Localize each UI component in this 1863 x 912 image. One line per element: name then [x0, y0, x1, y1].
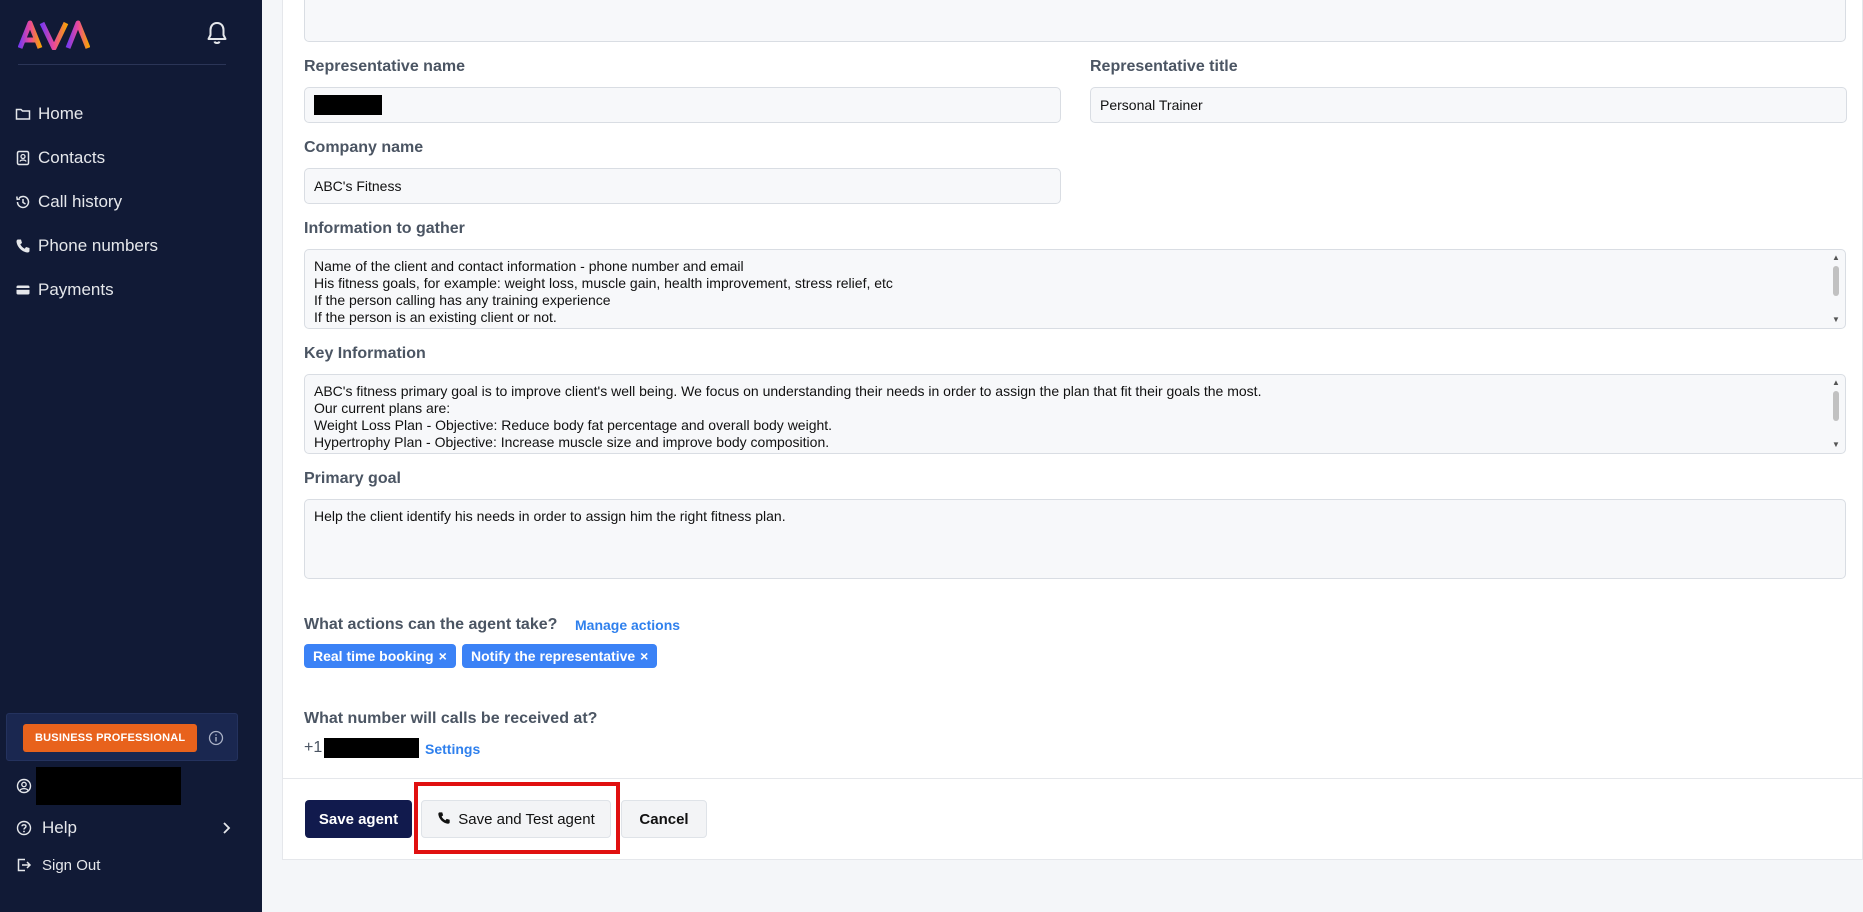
chip-label: Real time booking — [313, 648, 434, 664]
sidebar-item-home[interactable]: Home — [0, 92, 262, 136]
user-avatar-icon — [14, 776, 34, 796]
sidebar-item-label: Call history — [38, 192, 123, 211]
textarea-line: ABC's fitness primary goal is to improve… — [314, 383, 1262, 399]
user-account[interactable] — [14, 767, 181, 805]
help-menu[interactable]: Help — [14, 814, 234, 842]
key-information-label: Key Information — [304, 345, 426, 362]
phone-prefix: +1 — [304, 739, 323, 756]
sign-out-icon — [14, 855, 34, 875]
redacted-username — [36, 767, 181, 805]
agent-form-card: Representative name Representative title… — [282, 0, 1863, 860]
info-to-gather-textarea[interactable]: Name of the client and contact informati… — [304, 249, 1846, 329]
help-label: Help — [42, 818, 77, 837]
scroll-down-arrow-icon[interactable]: ▼ — [1832, 316, 1840, 324]
sidebar-item-payments[interactable]: Payments — [0, 268, 262, 312]
plan-badge[interactable]: BUSINESS PROFESSIONAL — [23, 724, 198, 752]
previous-field[interactable] — [304, 0, 1846, 42]
chip-remove-icon[interactable]: × — [640, 648, 648, 664]
company-name-input[interactable]: ABC's Fitness — [304, 168, 1061, 204]
bell-icon[interactable] — [205, 20, 229, 46]
form-footer-divider — [283, 778, 1862, 779]
rep-name-label: Representative name — [304, 58, 465, 75]
save-and-test-label: Save and Test agent — [458, 810, 595, 828]
redacted-name — [314, 95, 382, 115]
info-to-gather-label: Information to gather — [304, 220, 465, 237]
textarea-line: If the person is an existing client or n… — [314, 309, 557, 325]
scroll-up-arrow-icon[interactable]: ▲ — [1832, 379, 1840, 387]
rep-title-input[interactable]: Personal Trainer — [1090, 87, 1847, 123]
phone-number-row: +1 — [304, 737, 420, 759]
save-and-test-agent-button[interactable]: Save and Test agent — [421, 800, 611, 838]
folder-icon — [14, 105, 32, 123]
plan-panel: BUSINESS PROFESSIONAL — [6, 713, 238, 761]
textarea-line: Help the client identify his needs in or… — [314, 508, 786, 524]
sign-out-button[interactable]: Sign Out — [14, 852, 100, 878]
sidebar-item-label: Phone numbers — [38, 236, 159, 255]
primary-goal-label: Primary goal — [304, 470, 401, 487]
sidebar-item-label: Contacts — [38, 148, 106, 167]
actions-label: What actions can the agent take? — [304, 616, 558, 633]
scroll-thumb[interactable] — [1833, 391, 1839, 421]
primary-goal-textarea[interactable]: Help the client identify his needs in or… — [304, 499, 1846, 579]
textarea-line: His fitness goals, for example: weight l… — [314, 275, 893, 291]
redacted-phone-number — [324, 738, 420, 758]
sidebar-item-label: Payments — [38, 280, 114, 299]
number-label: What number will calls be received at? — [304, 710, 598, 727]
history-icon — [14, 193, 32, 211]
save-agent-button[interactable]: Save agent — [305, 800, 412, 838]
chevron-right-icon — [223, 822, 231, 834]
info-icon[interactable] — [208, 730, 224, 746]
chip-label: Notify the representative — [471, 648, 636, 664]
scroll-down-arrow-icon[interactable]: ▼ — [1832, 441, 1840, 449]
textarea-scrollbar[interactable]: ▲ ▼ — [1831, 377, 1841, 451]
textarea-line: Name of the client and contact informati… — [314, 258, 744, 274]
rep-title-label: Representative title — [1090, 58, 1238, 75]
key-information-textarea[interactable]: ABC's fitness primary goal is to improve… — [304, 374, 1846, 454]
sidebar-divider — [18, 64, 226, 65]
card-icon — [14, 281, 32, 299]
scroll-up-arrow-icon[interactable]: ▲ — [1832, 254, 1840, 262]
textarea-scrollbar[interactable]: ▲ ▼ — [1831, 252, 1841, 326]
sidebar: Home Contacts Call history Phone numbers… — [0, 0, 262, 912]
action-chip-real-time-booking: Real time booking × — [304, 644, 456, 668]
company-name-label: Company name — [304, 139, 424, 156]
textarea-line: If the person calling has any training e… — [314, 292, 611, 308]
help-circle-icon — [14, 818, 34, 838]
cancel-button[interactable]: Cancel — [621, 800, 707, 838]
sidebar-item-phone-numbers[interactable]: Phone numbers — [0, 224, 262, 268]
sidebar-nav: Home Contacts Call history Phone numbers… — [0, 92, 262, 312]
sign-out-label: Sign Out — [42, 856, 101, 874]
textarea-line: Our current plans are: — [314, 400, 451, 416]
chip-remove-icon[interactable]: × — [439, 648, 447, 664]
ava-logo[interactable] — [18, 20, 90, 50]
phone-icon — [14, 237, 32, 255]
action-chip-notify-representative: Notify the representative × — [462, 644, 658, 668]
sidebar-item-call-history[interactable]: Call history — [0, 180, 262, 224]
rep-name-input[interactable] — [304, 87, 1061, 123]
sidebar-item-contacts[interactable]: Contacts — [0, 136, 262, 180]
contact-book-icon — [14, 149, 32, 167]
scroll-thumb[interactable] — [1833, 266, 1839, 296]
settings-link[interactable]: Settings — [425, 741, 480, 757]
sidebar-item-label: Home — [38, 104, 84, 123]
textarea-line: Weight Loss Plan - Objective: Reduce bod… — [314, 417, 833, 433]
textarea-line: Hypertrophy Plan - Objective: Increase m… — [314, 434, 830, 450]
manage-actions-link[interactable]: Manage actions — [575, 617, 680, 633]
phone-icon — [437, 811, 453, 827]
